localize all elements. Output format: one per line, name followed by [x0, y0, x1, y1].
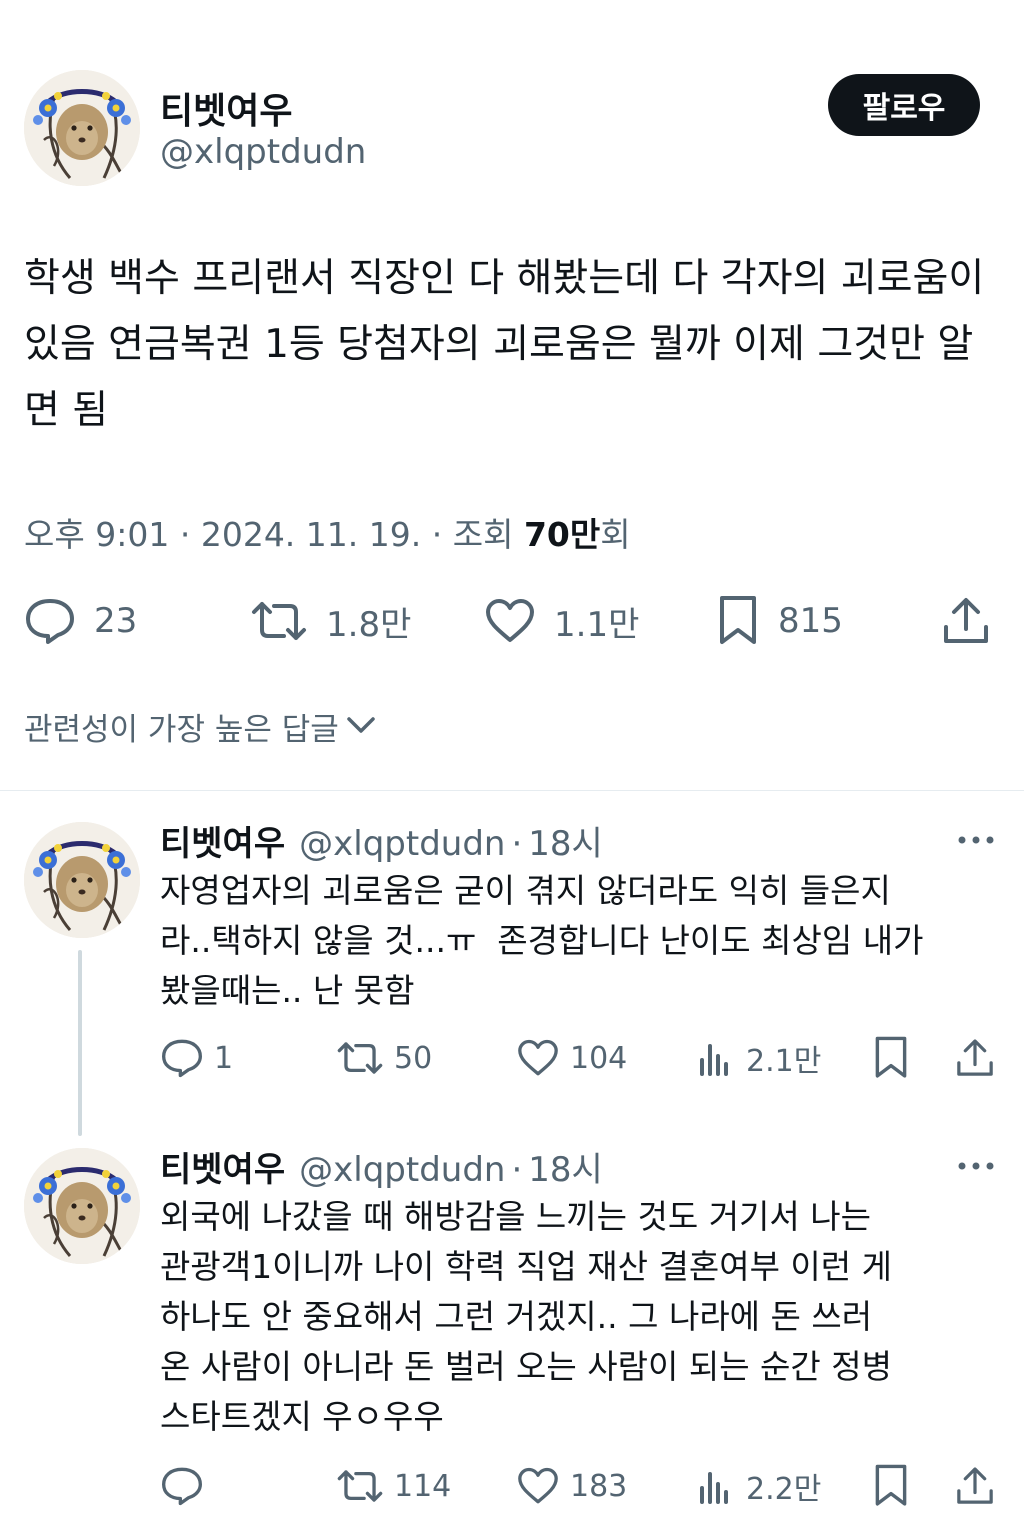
- more-icon: [958, 836, 994, 844]
- like-icon: [516, 1039, 560, 1077]
- retweet-button[interactable]: 1.8만: [250, 596, 411, 646]
- reply-handle[interactable]: @xlqptdudn: [299, 1150, 505, 1190]
- tweet-text: 학생 백수 프리랜서 직장인 다 해봤는데 다 각자의 괴로움이 있음 연금복권…: [24, 256, 997, 433]
- reply-sort-label: 관련성이 가장 높은 답글: [24, 712, 339, 748]
- views-icon: [696, 1038, 736, 1078]
- avatar[interactable]: [24, 70, 140, 186]
- bookmark-count: 815: [778, 601, 843, 641]
- retweet-icon: [250, 598, 308, 644]
- reply-separator: ·: [511, 824, 523, 864]
- retweet-count: 114: [394, 1468, 452, 1504]
- like-button[interactable]: 183: [516, 1464, 627, 1508]
- reply-separator: ·: [511, 1150, 523, 1190]
- more-options-button[interactable]: [956, 830, 996, 850]
- reply-header: 티벳여우 @xlqptdudn · 18시: [160, 816, 603, 865]
- like-count: 183: [570, 1468, 628, 1504]
- reply-button[interactable]: [160, 1464, 214, 1508]
- author-display-name[interactable]: 티벳여우: [160, 82, 292, 134]
- thread-line: [78, 950, 82, 1136]
- retweet-icon: [336, 1039, 384, 1077]
- tweet-date[interactable]: 2024. 11. 19.: [201, 515, 421, 554]
- divider: [0, 790, 1024, 791]
- reply-count: 23: [94, 601, 138, 641]
- share-icon: [954, 1465, 996, 1507]
- views-button[interactable]: 2.2만: [696, 1464, 821, 1508]
- more-options-button[interactable]: [956, 1156, 996, 1176]
- like-count: 104: [570, 1040, 628, 1076]
- bookmark-icon: [716, 594, 760, 648]
- reply-text: 자영업자의 괴로움은 굳이 겪지 않더라도 익히 들은지 라..택하지 않을 것…: [160, 871, 924, 1010]
- views-button[interactable]: 2.1만: [696, 1036, 821, 1080]
- more-icon: [958, 1162, 994, 1170]
- bookmark-button[interactable]: 815: [716, 594, 843, 648]
- retweet-button[interactable]: 50: [336, 1036, 432, 1080]
- retweet-icon: [336, 1467, 384, 1505]
- reply-icon: [160, 1038, 204, 1078]
- meta-separator: ·: [179, 515, 191, 554]
- reply-text: 외국에 나갔을 때 해방감을 느끼는 것도 거기서 나는 관광객1이니까 나이 …: [160, 1197, 892, 1436]
- bookmark-icon: [872, 1035, 910, 1081]
- follow-button[interactable]: 팔로우: [828, 74, 980, 136]
- like-button[interactable]: 1.1만: [484, 596, 639, 646]
- like-icon: [484, 598, 536, 644]
- share-button[interactable]: [954, 1036, 996, 1080]
- retweet-count: 50: [394, 1040, 433, 1076]
- views-prefix: · 조회: [431, 515, 514, 554]
- reply-button[interactable]: 23: [24, 596, 137, 646]
- author-handle[interactable]: @xlqptdudn: [160, 132, 366, 172]
- reply-display-name[interactable]: 티벳여우: [160, 1142, 285, 1191]
- tweet-time[interactable]: 오후 9:01: [24, 515, 169, 554]
- retweet-button[interactable]: 114: [336, 1464, 451, 1508]
- views-icon: [696, 1466, 736, 1506]
- reply-time[interactable]: 18시: [528, 816, 603, 865]
- share-icon: [954, 1037, 996, 1079]
- reply-sort-dropdown[interactable]: 관련성이 가장 높은 답글: [24, 704, 377, 749]
- views-count: 2.2만: [746, 1472, 822, 1507]
- reply-button[interactable]: 1: [160, 1036, 233, 1080]
- bookmark-icon: [872, 1463, 910, 1509]
- bookmark-button[interactable]: [872, 1034, 910, 1082]
- reply-time[interactable]: 18시: [528, 1142, 603, 1191]
- reply-header: 티벳여우 @xlqptdudn · 18시: [160, 1142, 603, 1191]
- reply-count: 1: [214, 1040, 234, 1076]
- views-count: 2.1만: [746, 1044, 822, 1079]
- reply-handle[interactable]: @xlqptdudn: [299, 824, 505, 864]
- reply-icon: [24, 597, 76, 645]
- retweet-count: 1.8만: [326, 604, 412, 645]
- like-icon: [516, 1467, 560, 1505]
- reply-icon: [160, 1466, 204, 1506]
- chevron-down-icon: [345, 709, 377, 745]
- bookmark-button[interactable]: [872, 1462, 910, 1510]
- avatar[interactable]: [24, 1148, 140, 1264]
- like-count: 1.1만: [554, 604, 640, 645]
- views-suffix: 회: [600, 515, 631, 554]
- share-button[interactable]: [940, 594, 992, 648]
- avatar[interactable]: [24, 822, 140, 938]
- reply-display-name[interactable]: 티벳여우: [160, 816, 285, 865]
- tweet-meta: 오후 9:01 · 2024. 11. 19. · 조회 70만회: [24, 508, 631, 556]
- like-button[interactable]: 104: [516, 1036, 627, 1080]
- share-button[interactable]: [954, 1464, 996, 1508]
- views-count: 70만: [523, 515, 601, 554]
- share-icon: [940, 595, 992, 647]
